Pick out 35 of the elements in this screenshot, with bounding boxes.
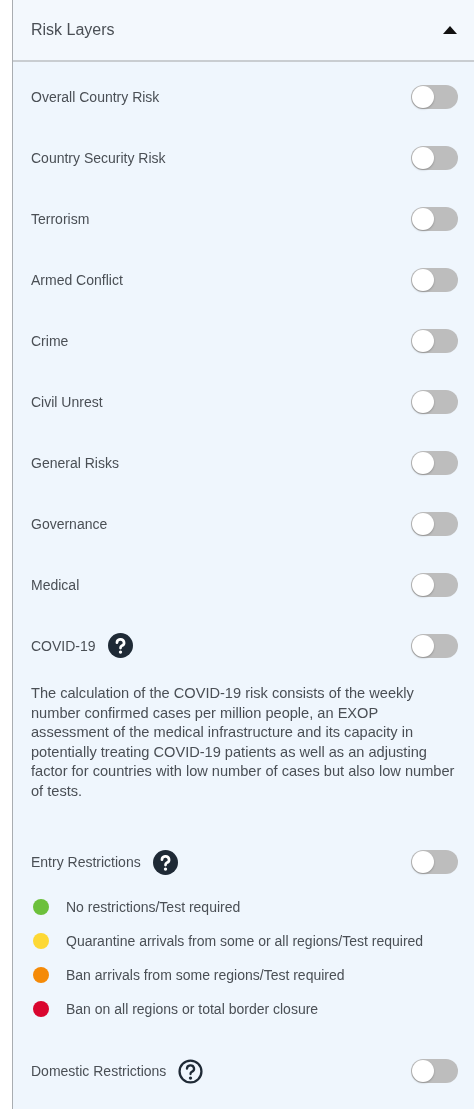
layer-label: Country Security Risk [31, 149, 166, 166]
layer-label: Domestic Restrictions [31, 1063, 167, 1080]
toggle-switch[interactable] [411, 389, 458, 414]
toggle-switch[interactable] [411, 267, 458, 292]
layer-description: The calculation of the COVID-19 risk consists of the weekly number confirmed cases per million people, an EXOP assessment of the medical infrastructure and its capacity in potentially treating COVID-19 patients as well as an adjusting factor for countries with low number of cases but also low number of tests. [31, 684, 456, 801]
layer-label: Medical [31, 576, 80, 593]
layer-label: Crime [31, 332, 69, 349]
panel-header[interactable]: Risk Layers [13, 0, 474, 62]
toggle-switch[interactable] [411, 145, 458, 170]
legend-label: Ban on all regions or total border closure [66, 999, 319, 1019]
legend-label: No restrictions/Test required [66, 897, 241, 917]
toggle-switch[interactable] [411, 328, 458, 353]
layer-label: Governance [31, 515, 108, 532]
legend-label: Quarantine arrivals from some or all regions/Test required [66, 931, 424, 951]
toggle-switch[interactable] [411, 850, 458, 875]
panel-title: Risk Layers [31, 21, 115, 39]
layer-label: Civil Unrest [31, 393, 103, 410]
help-icon[interactable] [107, 633, 133, 658]
toggle-switch[interactable] [411, 206, 458, 231]
toggle-switch[interactable] [411, 572, 458, 597]
layer-label: COVID-19 [31, 637, 96, 654]
toggle-switch[interactable] [411, 450, 458, 475]
layer-label: Armed Conflict [31, 271, 123, 288]
help-icon[interactable] [178, 1058, 204, 1084]
toggle-switch[interactable] [411, 84, 458, 109]
legend-label: Ban arrivals from some regions/Test required [66, 965, 345, 985]
toggle-switch[interactable] [411, 1059, 458, 1084]
layer-label: Entry Restrictions [31, 854, 141, 871]
layer-label: Overall Country Risk [31, 88, 160, 105]
layer-label: General Risks [31, 454, 119, 471]
caret-icon[interactable] [443, 26, 457, 34]
toggle-switch[interactable] [411, 633, 458, 658]
layer-label: Terrorism [31, 210, 90, 227]
help-icon[interactable] [152, 849, 178, 875]
toggle-switch[interactable] [411, 511, 458, 536]
